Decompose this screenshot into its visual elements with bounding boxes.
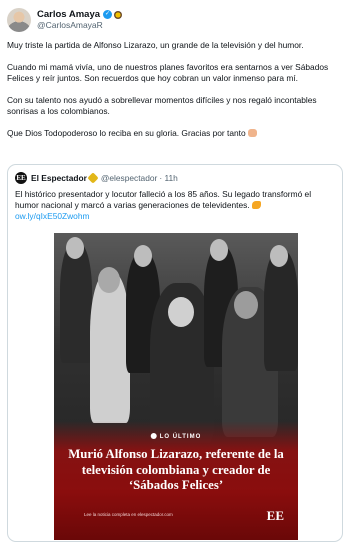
quote-body: El histórico presentador y locutor falle…: [15, 189, 312, 210]
quote-time[interactable]: · 11h: [159, 173, 177, 183]
tweet-paragraph-last: Que Dios Todopoderoso lo reciba en su gl…: [7, 128, 343, 139]
praying-hands-icon: [248, 129, 257, 137]
quoted-tweet[interactable]: EE El Espectador @elespectador · 11h El …: [7, 164, 343, 542]
news-badge: LO ÚLTIMO: [150, 433, 202, 440]
tweet-paragraph: Cuando mi mamá vivía, uno de nuestros pl…: [7, 62, 329, 83]
news-brand-logo: EE: [266, 508, 284, 523]
author-handle[interactable]: @CarlosAmayaR: [37, 20, 122, 31]
avatar[interactable]: [7, 8, 31, 32]
dot-icon: [150, 433, 157, 439]
tweet-paragraph: Que Dios Todopoderoso lo reciba en su gl…: [7, 128, 246, 138]
news-badge-label: LO ÚLTIMO: [159, 434, 202, 440]
quote-header: EE El Espectador @elespectador · 11h: [15, 171, 342, 185]
tweet-paragraph: Muy triste la partida de Alfonso Lizaraz…: [7, 40, 304, 50]
quote-text: El histórico presentador y locutor falle…: [15, 189, 335, 222]
tweet-header: Carlos Amaya ✓ @CarlosAmayaR: [7, 6, 343, 34]
verified-icon: ✓: [103, 10, 113, 19]
quote-link[interactable]: ow.ly/qIxE50Zwohm: [15, 211, 89, 221]
author-name[interactable]: Carlos Amaya: [37, 9, 100, 20]
flag-icon: [114, 10, 123, 19]
point-right-icon: [251, 201, 261, 209]
quote-avatar[interactable]: EE: [15, 172, 27, 184]
gold-verified-icon: [87, 172, 99, 184]
quote-author-handle[interactable]: @elespectador: [101, 173, 157, 183]
tweet-text: Muy triste la partida de Alfonso Lizaraz…: [7, 40, 343, 139]
author-block: Carlos Amaya ✓ @CarlosAmayaR: [37, 9, 123, 31]
news-footer: Lee la noticia completa en elespectador.…: [84, 512, 173, 517]
quote-author-name[interactable]: El Espectador: [31, 173, 87, 183]
news-headline: Murió Alfonso Lizarazo, referente de la …: [68, 447, 284, 492]
tweet-paragraph: Con su talento nos ayudó a sobrellevar m…: [7, 95, 317, 116]
tweet: Carlos Amaya ✓ @CarlosAmayaR Muy triste …: [0, 0, 350, 546]
news-image[interactable]: LO ÚLTIMO Murió Alfonso Lizarazo, refere…: [54, 233, 298, 540]
